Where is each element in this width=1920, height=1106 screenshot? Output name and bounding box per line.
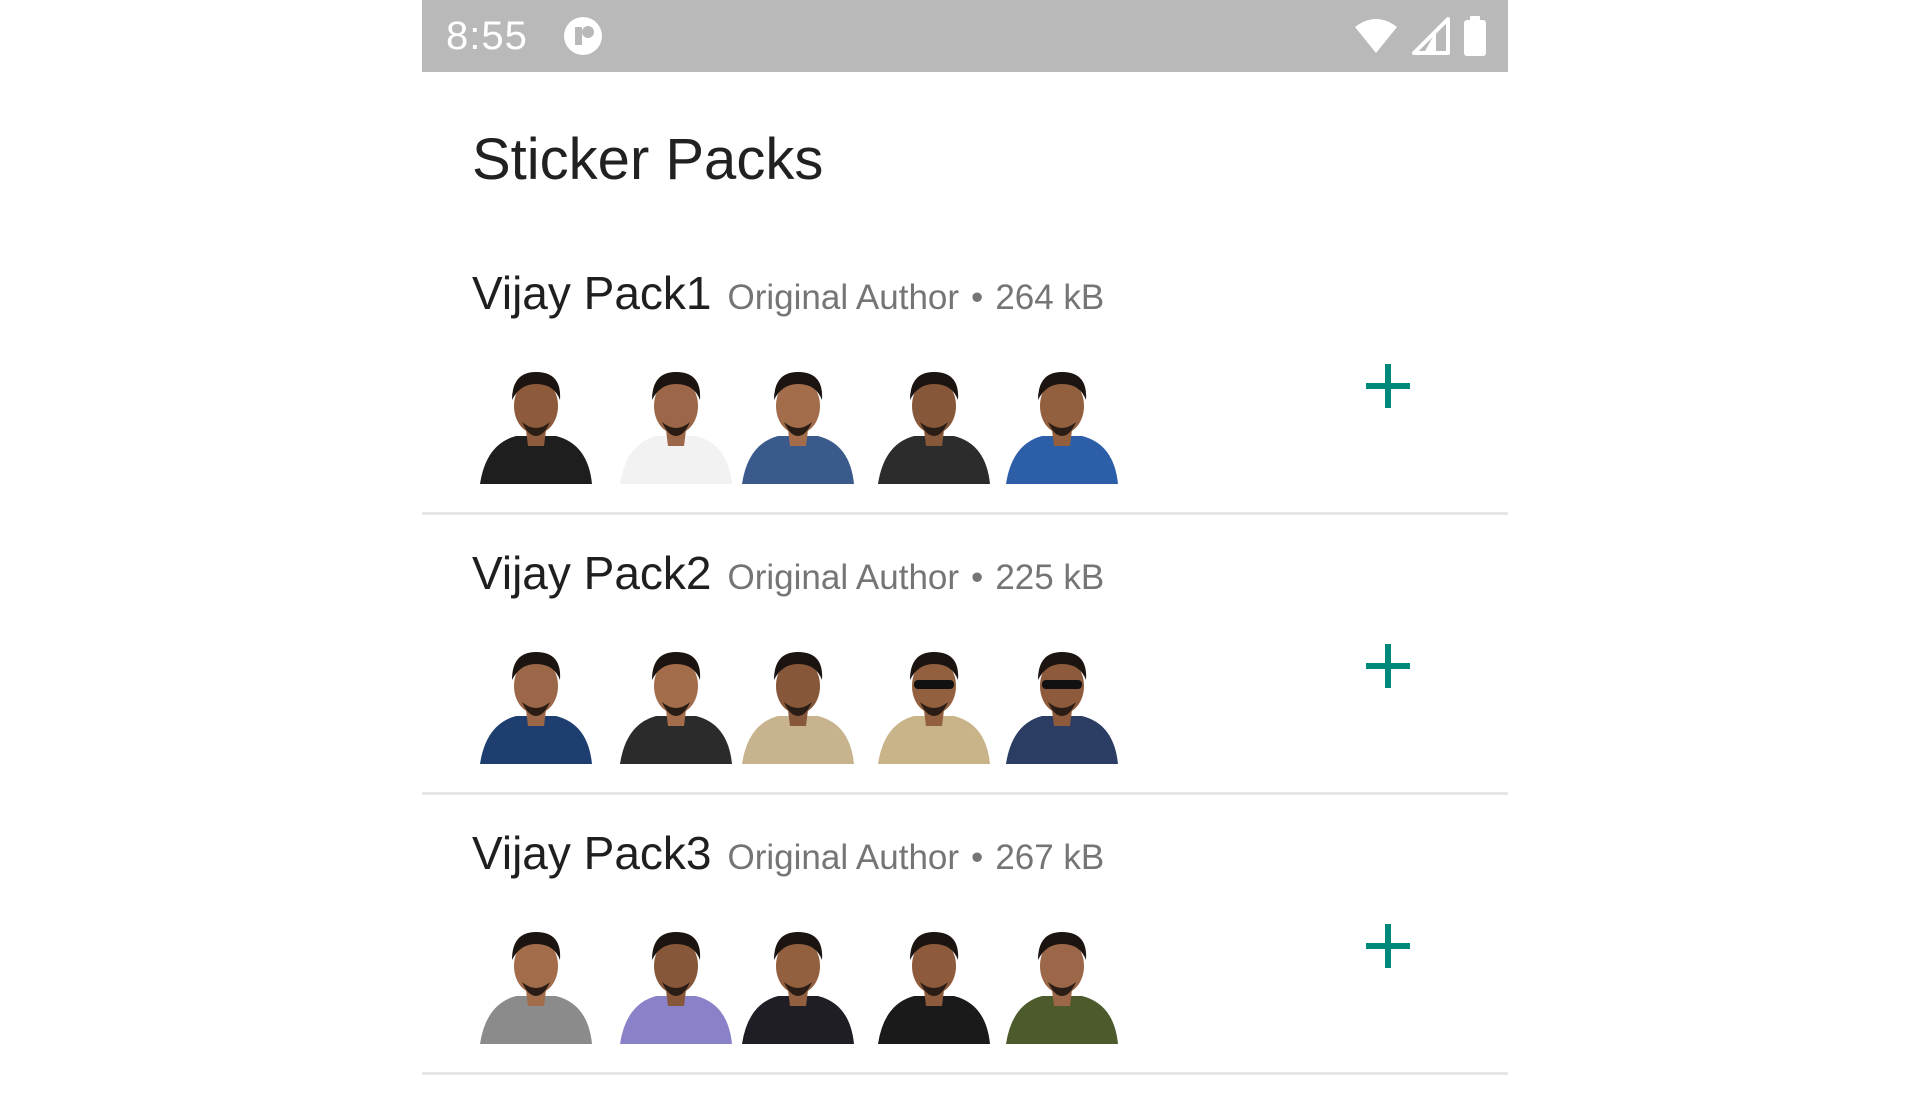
- sticker-portrait: [612, 916, 740, 1044]
- plus-icon: [1366, 644, 1410, 688]
- pack-name: Vijay Pack2: [472, 547, 712, 599]
- sticker-portrait: [870, 356, 998, 484]
- sticker-portrait: [612, 636, 740, 764]
- add-to-whatsapp-button[interactable]: [1358, 356, 1418, 416]
- sticker-pack-item[interactable]: Vijay Pack1 Original Author • 264 kB: [422, 266, 1508, 546]
- pack-size: 225 kB: [995, 558, 1105, 597]
- phone-screen: 8:55 Sticker Packs Vijay Pack1 Original: [422, 0, 1508, 1080]
- sticker-preview-row: [472, 356, 1292, 486]
- pack-author: Original Author: [727, 278, 960, 317]
- divider: [422, 1072, 1508, 1075]
- pack-author: Original Author: [727, 558, 960, 597]
- pack-separator-dot: •: [971, 278, 984, 317]
- sticker-portrait: [998, 916, 1126, 1044]
- sticker-preview-row: [472, 916, 1292, 1046]
- status-time: 8:55: [446, 14, 528, 58]
- pack-size: 267 kB: [995, 838, 1105, 877]
- wifi-icon: [1355, 19, 1397, 53]
- sticker-portrait: [734, 916, 862, 1044]
- sticker-portrait: [870, 916, 998, 1044]
- pack-header: Vijay Pack1 Original Author • 264 kB: [472, 266, 1104, 326]
- sticker-portrait: [998, 636, 1126, 764]
- divider: [422, 792, 1508, 795]
- status-icons: [1354, 14, 1488, 58]
- sticker-portrait: [612, 356, 740, 484]
- sticker-portrait: [734, 356, 862, 484]
- pack-name: Vijay Pack1: [472, 267, 712, 319]
- pack-header: Vijay Pack3 Original Author • 267 kB: [472, 826, 1104, 886]
- sticker-preview-row: [472, 636, 1292, 766]
- sticker-pack-item[interactable]: Vijay Pack2 Original Author • 225 kB: [422, 546, 1508, 826]
- add-to-whatsapp-button[interactable]: [1358, 916, 1418, 976]
- sticker-portrait: [472, 356, 600, 484]
- sticker-portrait: [472, 916, 600, 1044]
- pack-name: Vijay Pack3: [472, 827, 712, 879]
- plus-icon: [1366, 924, 1410, 968]
- sticker-pack-item[interactable]: Vijay Pack3 Original Author • 267 kB: [422, 826, 1508, 1106]
- battery-icon: [1464, 16, 1486, 56]
- add-to-whatsapp-button[interactable]: [1358, 636, 1418, 696]
- cellular-signal-icon: [1412, 17, 1450, 55]
- pack-author: Original Author: [727, 838, 960, 877]
- status-bar: 8:55: [422, 0, 1508, 72]
- sticker-portrait: [472, 636, 600, 764]
- sticker-portrait: [870, 636, 998, 764]
- pack-size: 264 kB: [995, 278, 1105, 317]
- pack-header: Vijay Pack2 Original Author • 225 kB: [472, 546, 1104, 606]
- sticker-portrait: [998, 356, 1126, 484]
- page-title: Sticker Packs: [472, 127, 824, 192]
- pack-separator-dot: •: [971, 838, 984, 877]
- pack-separator-dot: •: [971, 558, 984, 597]
- sticker-portrait: [734, 636, 862, 764]
- notification-app-icon: [564, 17, 602, 55]
- divider: [422, 512, 1508, 515]
- plus-icon: [1366, 364, 1410, 408]
